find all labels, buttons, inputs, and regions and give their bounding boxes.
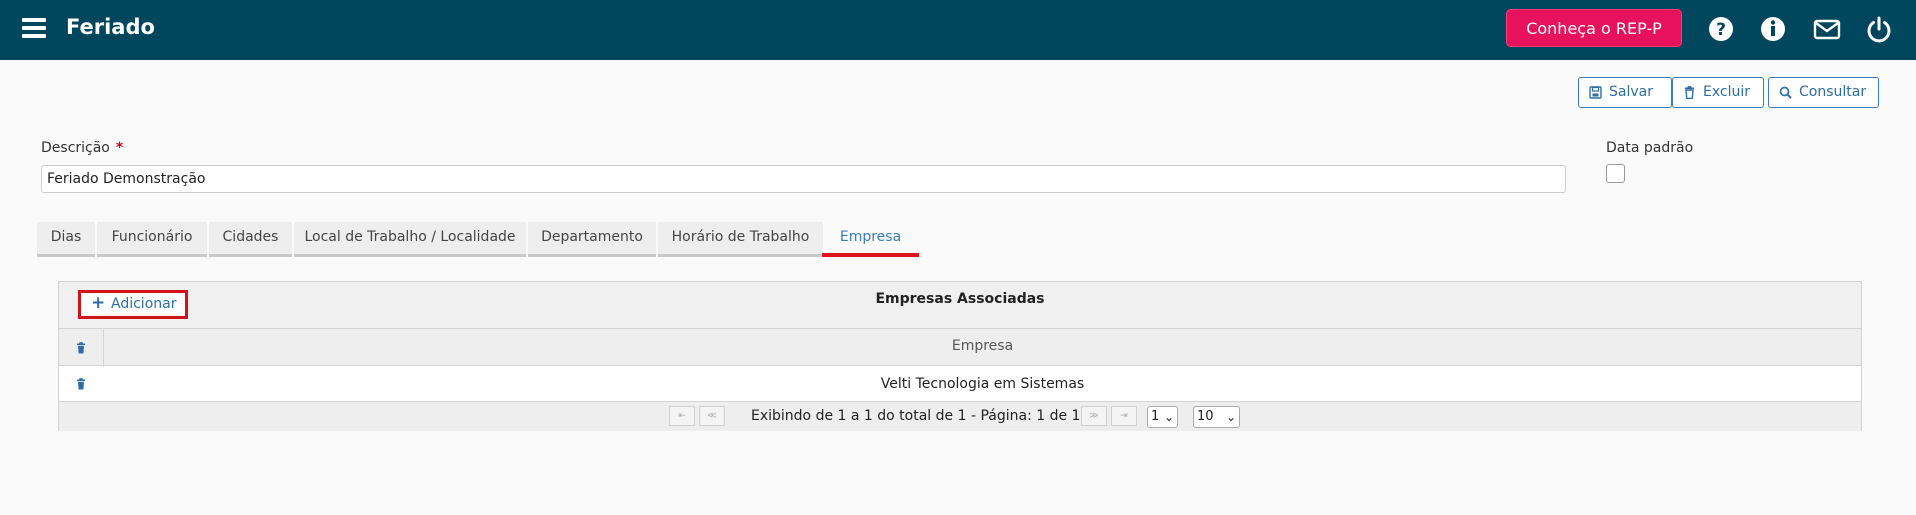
cell-empresa: Velti Tecnologia em Sistemas [880,376,1085,392]
description-label: Descrição * [41,140,123,156]
help-icon[interactable]: ? [1706,14,1736,44]
save-button-label: Salvar [1609,84,1653,100]
last-page-button[interactable]: ⇥ [1111,406,1137,426]
default-date-checkbox[interactable] [1606,164,1625,183]
rep-p-cta-button[interactable]: Conheça o REP-P [1506,9,1682,47]
add-company-button[interactable]: + Adicionar [78,290,188,319]
delete-button[interactable]: Excluir [1672,77,1764,108]
page-select-value: 1 [1151,409,1160,424]
column-header-empresa: Empresa [951,338,1014,354]
first-page-button[interactable]: ⇤ [669,406,695,426]
row-trash-icon[interactable] [75,378,87,390]
description-input[interactable] [41,165,1566,193]
next-page-button[interactable]: ≫ [1081,406,1107,426]
mail-icon[interactable] [1812,14,1842,44]
panel-title: Empresas Associadas [875,291,1045,307]
default-date-label: Data padrão [1606,140,1694,156]
menu-icon[interactable] [22,18,46,38]
pagination-summary: Exibindo de 1 a 1 do total de 1 - Página… [751,408,1081,424]
tab-departamento[interactable]: Departamento [528,222,656,257]
power-icon[interactable] [1864,14,1894,44]
tab-horario-de-trabalho[interactable]: Horário de Trabalho [658,222,823,257]
pagination-bar: ⇤ ≪ Exibindo de 1 a 1 do total de 1 - Pá… [59,402,1861,431]
tab-cidades[interactable]: Cidades [209,222,292,257]
page-select[interactable]: 1 ⌄ [1147,406,1178,428]
associated-companies-panel: Empresas Associadas + Adicionar Empresa … [58,281,1862,431]
delete-all-trash-icon[interactable] [75,342,87,354]
save-icon [1589,86,1602,99]
save-button[interactable]: Salvar [1578,77,1672,108]
tab-local-de-trabalho[interactable]: Local de Trabalho / Localidade [294,222,526,257]
search-button-label: Consultar [1799,84,1867,100]
tab-dias[interactable]: Dias [37,222,95,257]
search-button[interactable]: Consultar [1768,77,1879,108]
delete-button-label: Excluir [1703,84,1750,100]
search-icon [1779,86,1792,99]
page-title: Feriado [66,15,155,39]
svg-text:?: ? [1716,20,1726,40]
page-size-select[interactable]: 10 ⌄ [1193,406,1240,428]
tab-empresa[interactable]: Empresa [822,222,919,257]
required-mark: * [115,140,124,156]
page-size-value: 10 [1197,409,1214,424]
chevron-down-icon: ⌄ [1163,410,1174,424]
info-icon[interactable] [1758,14,1788,44]
plus-icon: + [91,293,106,313]
description-label-text: Descrição [41,140,110,156]
prev-page-button[interactable]: ≪ [699,406,725,426]
add-button-label: Adicionar [111,296,177,312]
chevron-down-icon: ⌄ [1225,410,1236,424]
trash-icon [1685,86,1694,99]
tab-funcionario[interactable]: Funcionário [97,222,207,257]
top-bar: Feriado Conheça o REP-P ? [0,0,1916,60]
